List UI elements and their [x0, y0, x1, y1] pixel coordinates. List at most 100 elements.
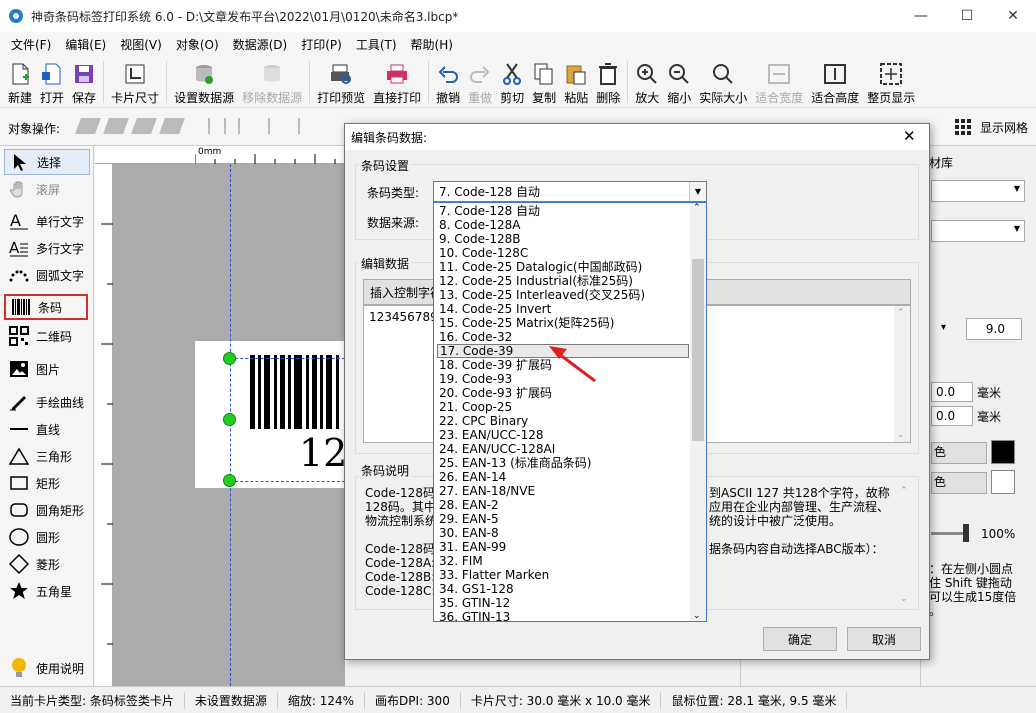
- menu-file[interactable]: 文件(F): [4, 36, 58, 53]
- tool-rectangle[interactable]: 矩形: [4, 470, 90, 496]
- spin-arrow-icon[interactable]: ▾: [941, 322, 946, 333]
- undo-button[interactable]: 撤销: [432, 56, 464, 106]
- tool-arc-text[interactable]: 圆弧文字: [4, 262, 90, 288]
- cancel-button[interactable]: 取消: [847, 627, 921, 651]
- dropdown-option[interactable]: 28. EAN-2: [437, 498, 689, 512]
- resize-handle[interactable]: [223, 474, 236, 487]
- resize-handle[interactable]: [223, 413, 236, 426]
- tab-library[interactable]: 材库: [929, 154, 953, 171]
- chevron-down-icon[interactable]: ▼: [689, 182, 706, 201]
- full-page-button[interactable]: 整页显示: [863, 56, 919, 106]
- dropdown-option[interactable]: 35. GTIN-12: [437, 596, 689, 610]
- dropdown-option[interactable]: 32. FIM: [437, 554, 689, 568]
- dropdown-option[interactable]: 22. CPC Binary: [437, 414, 689, 428]
- zoom-in-button[interactable]: 放大: [631, 56, 663, 106]
- menu-print[interactable]: 打印(P): [294, 36, 349, 53]
- copy-button[interactable]: 复制: [528, 56, 560, 106]
- tool-freehand[interactable]: 手绘曲线: [4, 389, 90, 415]
- status-card-type[interactable]: 当前卡片类型: 条码标签类卡片: [0, 691, 185, 709]
- dropdown-option[interactable]: 11. Code-25 Datalogic(中国邮政码): [437, 260, 689, 274]
- tool-line[interactable]: 直线: [4, 416, 90, 442]
- align-icon[interactable]: [238, 118, 256, 134]
- y-position-spinner[interactable]: 0.0: [931, 406, 973, 426]
- dropdown-option[interactable]: 13. Code-25 Interleaved(交叉25码): [437, 288, 689, 302]
- menu-object[interactable]: 对象(O): [169, 36, 226, 53]
- property-dropdown[interactable]: ▼: [931, 220, 1025, 242]
- open-button[interactable]: 打开: [36, 56, 68, 106]
- set-datasource-button[interactable]: 设置数据源: [170, 56, 238, 106]
- property-dropdown[interactable]: ▼: [931, 180, 1025, 202]
- fit-height-button[interactable]: 适合高度: [807, 56, 863, 106]
- resize-handle[interactable]: [223, 352, 236, 365]
- save-button[interactable]: 保存: [68, 56, 100, 106]
- maximize-button[interactable]: ☐: [944, 0, 990, 32]
- new-button[interactable]: 新建: [4, 56, 36, 106]
- tool-rounded-rect[interactable]: 圆角矩形: [4, 497, 90, 523]
- dropdown-option[interactable]: 31. EAN-99: [437, 540, 689, 554]
- layer-icon[interactable]: [103, 118, 129, 134]
- dropdown-option[interactable]: 23. EAN/UCC-128: [437, 428, 689, 442]
- opacity-slider-handle[interactable]: [963, 524, 969, 542]
- dropdown-option[interactable]: 8. Code-128A: [437, 218, 689, 232]
- description-scrollbar[interactable]: ⌃ ⌄: [897, 486, 913, 604]
- dropdown-option[interactable]: 30. EAN-8: [437, 526, 689, 540]
- color-swatch-white[interactable]: [991, 470, 1015, 494]
- tool-circle[interactable]: 圆形: [4, 524, 90, 550]
- cut-button[interactable]: 剪切: [496, 56, 528, 106]
- color-button-2[interactable]: 色: [931, 472, 987, 494]
- dropdown-option[interactable]: 34. GS1-128: [437, 582, 689, 596]
- align-icon[interactable]: [298, 118, 316, 134]
- layer-icon[interactable]: [75, 118, 101, 134]
- show-grid-button[interactable]: 显示网格: [980, 119, 1028, 136]
- dialog-close-icon[interactable]: ✕: [903, 127, 916, 145]
- actual-size-button[interactable]: 实际大小: [695, 56, 751, 106]
- dropdown-option[interactable]: 7. Code-128 自动: [437, 204, 689, 218]
- ok-button[interactable]: 确定: [763, 627, 837, 651]
- close-button[interactable]: ✕: [990, 0, 1036, 32]
- color-swatch-black[interactable]: [991, 440, 1015, 464]
- dropdown-scrollbar[interactable]: ⌃ ⌄: [690, 203, 706, 621]
- menu-help[interactable]: 帮助(H): [404, 36, 460, 53]
- edit-scrollbar[interactable]: ⌃ ⌄: [894, 306, 910, 442]
- card-size-button[interactable]: 卡片尺寸: [107, 56, 163, 106]
- fit-width-button[interactable]: 适合宽度: [751, 56, 807, 106]
- tool-help[interactable]: 使用说明: [4, 655, 90, 681]
- tool-multi-text[interactable]: A 多行文字: [4, 235, 90, 261]
- zoom-out-button[interactable]: 缩小: [663, 56, 695, 106]
- tool-image[interactable]: 图片: [4, 356, 90, 382]
- font-size-spinner[interactable]: 9.0: [966, 318, 1022, 340]
- tool-single-text[interactable]: A 单行文字: [4, 208, 90, 234]
- dropdown-option[interactable]: 10. Code-128C: [437, 246, 689, 260]
- menu-datasource[interactable]: 数据源(D): [226, 36, 295, 53]
- menu-view[interactable]: 视图(V): [113, 36, 169, 53]
- menu-edit[interactable]: 编辑(E): [58, 36, 113, 53]
- dropdown-option[interactable]: 9. Code-128B: [437, 232, 689, 246]
- dropdown-option[interactable]: 15. Code-25 Matrix(矩阵25码): [437, 316, 689, 330]
- dropdown-option[interactable]: 12. Code-25 Industrial(标准25码): [437, 274, 689, 288]
- direct-print-button[interactable]: 直接打印: [369, 56, 425, 106]
- dropdown-option[interactable]: 24. EAN/UCC-128AI: [437, 442, 689, 456]
- align-icon[interactable]: [268, 118, 286, 134]
- dropdown-scroll-thumb[interactable]: [692, 259, 704, 441]
- menu-tools[interactable]: 工具(T): [349, 36, 404, 53]
- barcode-type-select[interactable]: 7. Code-128 自动 ▼: [433, 181, 707, 202]
- tool-barcode[interactable]: 条码: [4, 294, 88, 320]
- tool-diamond[interactable]: 菱形: [4, 551, 90, 577]
- minimize-button[interactable]: —: [898, 0, 944, 32]
- layer-icon[interactable]: [159, 118, 185, 134]
- dropdown-option[interactable]: 26. EAN-14: [437, 470, 689, 484]
- layer-icon[interactable]: [131, 118, 157, 134]
- align-icon[interactable]: [208, 118, 226, 134]
- remove-datasource-button[interactable]: 移除数据源: [238, 56, 306, 106]
- tool-triangle[interactable]: 三角形: [4, 443, 90, 469]
- label-card[interactable]: 12: [195, 341, 347, 488]
- dropdown-option[interactable]: 14. Code-25 Invert: [437, 302, 689, 316]
- delete-button[interactable]: 删除: [592, 56, 624, 106]
- print-preview-button[interactable]: 打印预览: [313, 56, 369, 106]
- dropdown-option[interactable]: 29. EAN-5: [437, 512, 689, 526]
- dropdown-option[interactable]: 36. GTIN-13: [437, 610, 689, 621]
- dropdown-option[interactable]: 27. EAN-18/NVE: [437, 484, 689, 498]
- barcode-type-dropdown[interactable]: 7. Code-128 自动 8. Code-128A 9. Code-128B 10…: [433, 202, 707, 622]
- tool-star[interactable]: 五角星: [4, 578, 90, 604]
- paste-button[interactable]: 粘贴: [560, 56, 592, 106]
